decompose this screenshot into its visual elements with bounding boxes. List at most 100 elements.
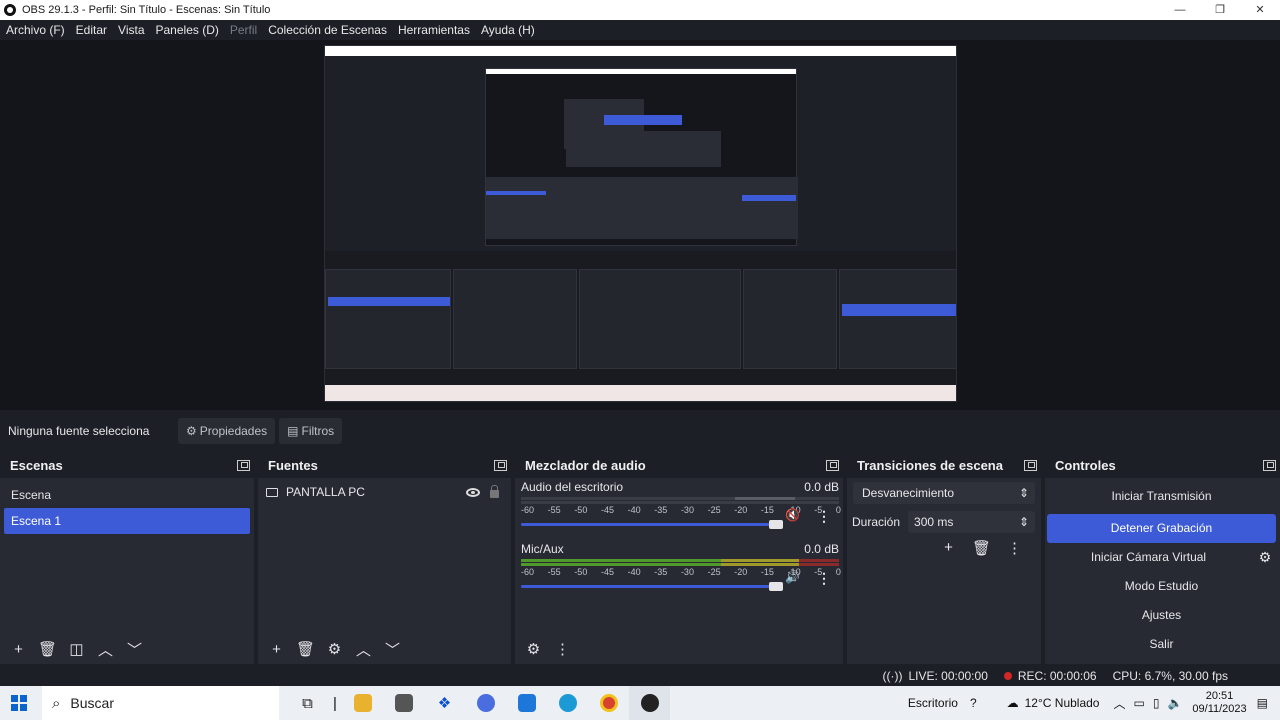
help-icon[interactable]: ? xyxy=(970,696,977,710)
scene-filters-icon[interactable]: ◫ xyxy=(62,640,91,658)
duration-spinbox[interactable]: 300 ms ⇕ xyxy=(908,511,1035,533)
studio-mode-button[interactable]: Modo Estudio xyxy=(1047,572,1276,601)
volume-icon[interactable]: 🔈 xyxy=(1167,696,1182,710)
rec-time: REC: 00:00:06 xyxy=(1017,669,1097,683)
trash-icon[interactable]: 🗑 xyxy=(965,539,998,557)
undock-icon[interactable] xyxy=(494,459,507,471)
desktop-label[interactable]: Escritorio xyxy=(908,696,958,710)
transitions-dock: Transiciones de escena Desvanecimiento ⇕… xyxy=(847,452,1041,664)
settings-button[interactable]: Ajustes xyxy=(1047,601,1276,630)
windows-start-icon[interactable] xyxy=(11,695,27,711)
updown-icon[interactable]: ⇕ xyxy=(1019,515,1029,529)
undock-icon[interactable] xyxy=(1263,459,1276,471)
menu-docks[interactable]: Paneles (D) xyxy=(156,23,219,37)
rec-status: REC: 00:00:06 xyxy=(1003,669,1097,683)
properties-button[interactable]: ⚙ Propiedades xyxy=(178,418,276,444)
scene-item[interactable]: Escena xyxy=(4,482,250,508)
undock-icon[interactable] xyxy=(1024,459,1037,471)
menu-profile: Perfil xyxy=(229,23,258,37)
minimize-button[interactable]: — xyxy=(1160,0,1200,20)
start-virtual-camera-button[interactable]: Iniciar Cámara Virtual xyxy=(1047,543,1250,572)
kebab-menu-icon[interactable]: ⋮ xyxy=(817,508,831,525)
add-scene-icon[interactable]: + xyxy=(4,641,33,658)
gear-icon[interactable]: ⚙ xyxy=(1250,549,1280,566)
preview-canvas[interactable] xyxy=(324,45,957,402)
volume-slider-handle[interactable] xyxy=(769,520,783,529)
volume-slider[interactable] xyxy=(521,518,783,532)
menu-scene-collection[interactable]: Colección de Escenas xyxy=(268,23,387,37)
obs-icon[interactable] xyxy=(629,686,670,720)
channel-level: 0.0 dB xyxy=(804,542,839,556)
battery-icon[interactable]: ▯ xyxy=(1153,696,1160,710)
chrome-icon[interactable] xyxy=(588,686,629,720)
muted-speaker-icon[interactable]: 🔇 xyxy=(785,508,800,522)
menu-help[interactable]: Ayuda (H) xyxy=(481,23,535,37)
edge-icon[interactable] xyxy=(547,686,588,720)
controls-body: Iniciar Transmisión Detener Grabación In… xyxy=(1045,482,1280,668)
transition-select[interactable]: Desvanecimiento ⇕ xyxy=(853,482,1035,504)
task-view-icon[interactable]: ⧉ xyxy=(287,686,328,720)
scene-item-selected[interactable]: Escena 1 xyxy=(4,508,250,534)
broadcast-icon: ((·)) xyxy=(882,669,903,683)
taskbar-apps: ⧉ | ❖ xyxy=(287,686,670,720)
updown-icon: ⇕ xyxy=(1018,486,1029,500)
move-up-icon[interactable]: ︿ xyxy=(91,639,120,660)
weather-label[interactable]: 12°C Nublado xyxy=(1025,696,1100,710)
monitor-icon xyxy=(266,487,278,497)
channel-level: 0.0 dB xyxy=(804,480,839,494)
mail-icon[interactable] xyxy=(506,686,547,720)
menu-file[interactable]: Archivo (F) xyxy=(6,23,65,37)
lock-icon[interactable] xyxy=(490,484,499,498)
audio-mixer-dock: Mezclador de audio Audio del escritorio … xyxy=(515,452,843,664)
notifications-icon[interactable]: ▤ xyxy=(1257,696,1268,710)
move-up-icon[interactable]: ︿ xyxy=(349,639,378,660)
exit-button[interactable]: Salir xyxy=(1047,630,1276,659)
search-placeholder: Buscar xyxy=(70,695,114,711)
undock-icon[interactable] xyxy=(237,459,250,471)
gear-icon[interactable]: ⚙ xyxy=(320,640,349,658)
advanced-audio-icon[interactable]: ⚙ xyxy=(519,640,548,658)
volume-slider[interactable] xyxy=(521,580,783,594)
filters-button[interactable]: ▤ Filtros xyxy=(279,418,343,444)
move-down-icon[interactable]: ﹀ xyxy=(378,639,407,660)
file-explorer-icon[interactable] xyxy=(342,686,383,720)
taskbar-search[interactable]: ⌕ Buscar xyxy=(42,686,279,720)
source-item[interactable]: PANTALLA PC xyxy=(258,478,511,506)
maximize-button[interactable]: ❐ xyxy=(1200,0,1240,20)
kebab-menu-icon[interactable]: ⋮ xyxy=(817,570,831,587)
preview-nested-titlebar xyxy=(325,46,956,56)
start-streaming-button[interactable]: Iniciar Transmisión xyxy=(1047,482,1276,511)
preview-area[interactable] xyxy=(0,40,1280,410)
dropbox-icon[interactable]: ❖ xyxy=(424,686,465,720)
menu-edit[interactable]: Editar xyxy=(76,23,107,37)
tray-chevron-icon[interactable]: ︿ xyxy=(1113,695,1125,712)
move-down-icon[interactable]: ﹀ xyxy=(120,639,149,660)
add-source-icon[interactable]: + xyxy=(262,641,291,658)
menu-view[interactable]: Vista xyxy=(118,23,144,37)
add-transition-icon[interactable]: + xyxy=(932,539,965,557)
undock-icon[interactable] xyxy=(826,459,839,471)
clock[interactable]: 20:51 09/11/2023 xyxy=(1192,690,1246,716)
clock-date: 09/11/2023 xyxy=(1192,703,1247,715)
windows-taskbar: ⌕ Buscar ⧉ | ❖ Escritorio ? ☁ 12°C Nubla… xyxy=(0,686,1280,720)
close-button[interactable]: ✕ xyxy=(1240,0,1280,20)
volume-slider-handle[interactable] xyxy=(769,582,783,591)
scenes-list: Escena Escena 1 + 🗑 ◫ ︿ ﹀ xyxy=(0,478,254,664)
app-icon[interactable] xyxy=(383,686,424,720)
source-name: PANTALLA PC xyxy=(286,485,365,499)
sources-list: PANTALLA PC + 🗑 ⚙ ︿ ﹀ xyxy=(258,478,511,664)
menu-tools[interactable]: Herramientas xyxy=(398,23,470,37)
canva-icon[interactable] xyxy=(465,686,506,720)
transitions-dock-header: Transiciones de escena xyxy=(847,452,1041,478)
status-bar: ((·)) LIVE: 00:00:00 REC: 00:00:06 CPU: … xyxy=(0,666,1280,686)
trash-icon[interactable]: 🗑 xyxy=(291,640,320,658)
kebab-menu-icon[interactable]: ⋮ xyxy=(548,640,577,658)
trash-icon[interactable]: 🗑 xyxy=(33,640,62,658)
controls-dock-header: Controles xyxy=(1045,452,1280,478)
sources-dock-header: Fuentes xyxy=(258,452,511,478)
stop-recording-button[interactable]: Detener Grabación xyxy=(1047,514,1276,543)
network-icon[interactable]: ▭ xyxy=(1134,696,1145,710)
speaker-icon[interactable]: 🔊 xyxy=(785,570,800,584)
eye-icon[interactable] xyxy=(466,487,480,497)
kebab-menu-icon[interactable]: ⋮ xyxy=(998,539,1031,557)
